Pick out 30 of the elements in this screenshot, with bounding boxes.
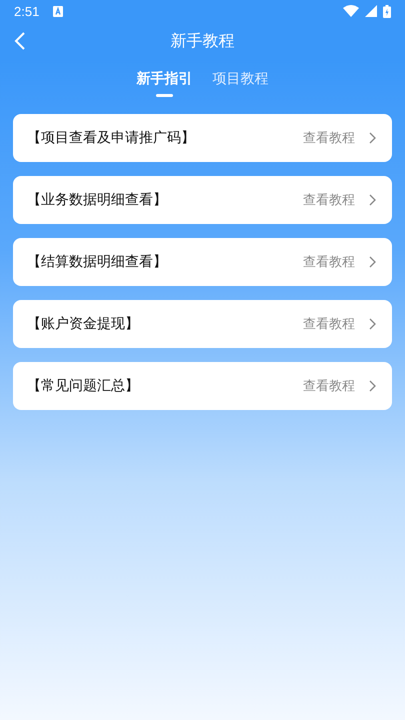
tab-indicator xyxy=(156,94,173,97)
notification-icon xyxy=(53,6,64,16)
tutorial-card[interactable]: 【业务数据明细查看】 查看教程 xyxy=(13,176,392,224)
tutorial-card[interactable]: 【账户资金提现】 查看教程 xyxy=(13,300,392,348)
status-time: 2:51 xyxy=(14,4,40,18)
chevron-right-icon xyxy=(369,194,376,206)
chevron-right-icon xyxy=(369,318,376,330)
battery-icon xyxy=(383,4,391,18)
page-title: 新手教程 xyxy=(170,30,234,52)
view-tutorial-link[interactable]: 查看教程 xyxy=(303,377,355,395)
card-title: 【项目查看及申请推广码】 xyxy=(27,129,196,147)
view-tutorial-link[interactable]: 查看教程 xyxy=(303,129,355,147)
wifi-icon xyxy=(343,5,359,17)
view-tutorial-link[interactable]: 查看教程 xyxy=(303,315,355,333)
card-title: 【业务数据明细查看】 xyxy=(27,191,168,209)
back-icon[interactable] xyxy=(14,31,26,51)
tab[interactable]: 项目教程 xyxy=(212,70,268,88)
tutorial-card[interactable]: 【项目查看及申请推广码】 查看教程 xyxy=(13,114,392,162)
view-tutorial-link[interactable]: 查看教程 xyxy=(303,253,355,271)
signal-icon xyxy=(365,5,377,17)
view-tutorial-link[interactable]: 查看教程 xyxy=(303,191,355,209)
card-title: 【常见问题汇总】 xyxy=(27,377,140,395)
tutorial-card[interactable]: 【常见问题汇总】 查看教程 xyxy=(13,362,392,410)
chevron-right-icon xyxy=(369,380,376,392)
card-title: 【结算数据明细查看】 xyxy=(27,253,168,271)
chevron-right-icon xyxy=(369,132,376,144)
tab[interactable]: 新手指引 xyxy=(136,70,192,88)
chevron-right-icon xyxy=(369,256,376,268)
card-title: 【账户资金提现】 xyxy=(27,315,140,333)
tutorial-card[interactable]: 【结算数据明细查看】 查看教程 xyxy=(13,238,392,286)
